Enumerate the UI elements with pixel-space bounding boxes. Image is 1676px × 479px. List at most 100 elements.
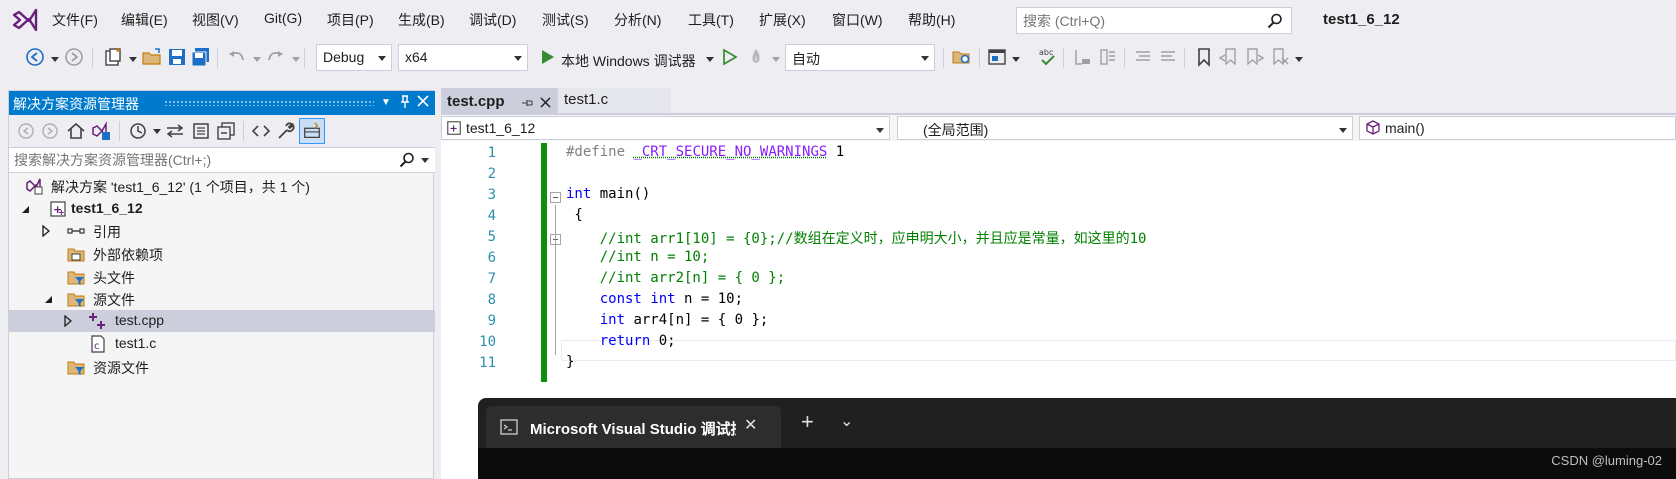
open-file-icon[interactable] xyxy=(141,46,163,68)
next-bookmark-icon[interactable] xyxy=(1243,46,1265,68)
collapsed-arrow-icon[interactable] xyxy=(40,225,52,237)
start-debugging-icon[interactable] xyxy=(536,46,558,68)
save-all-icon[interactable] xyxy=(190,46,212,68)
target-select[interactable]: 自动 xyxy=(785,44,935,71)
find-in-files-icon[interactable] xyxy=(951,46,973,68)
undo-dropdown-icon[interactable] xyxy=(253,57,261,62)
line-number: 3 xyxy=(487,187,496,203)
menu-git[interactable]: Git(G) xyxy=(264,10,302,26)
tree-item-header-files[interactable]: 头文件 xyxy=(9,266,435,288)
tab-test-cpp[interactable]: test.cpp xyxy=(441,88,558,113)
tree-item-test-cpp[interactable]: test.cpp xyxy=(9,310,435,332)
tab-test1-c[interactable]: test1.c xyxy=(558,88,671,113)
save-icon[interactable] xyxy=(166,46,188,68)
outline-icon[interactable] xyxy=(1072,46,1094,68)
window-position-dropdown-icon[interactable]: ▼ xyxy=(378,95,394,111)
search-options-dropdown-icon[interactable] xyxy=(421,158,429,163)
platform-select[interactable]: x64 xyxy=(398,44,528,71)
scope-navigation-select[interactable]: (全局范围) xyxy=(897,116,1353,140)
visual-studio-logo-icon[interactable] xyxy=(12,8,38,32)
solution-configurations-icon[interactable] xyxy=(986,46,1008,68)
chevron-down-icon[interactable]: ⌄ xyxy=(840,411,853,431)
close-icon[interactable] xyxy=(415,95,431,111)
menu-edit[interactable]: 编辑(E) xyxy=(121,10,168,30)
undo-icon[interactable] xyxy=(226,46,248,68)
close-tab-icon[interactable] xyxy=(540,97,551,108)
expanded-arrow-icon[interactable] xyxy=(42,293,54,305)
forward-icon[interactable] xyxy=(39,120,61,142)
redo-dropdown-icon[interactable] xyxy=(292,57,300,62)
tree-item-project[interactable]: + + test1_6_12 xyxy=(9,198,435,220)
collapse-all-icon[interactable] xyxy=(215,120,237,142)
tree-item-test1-c[interactable]: c test1.c xyxy=(9,333,435,355)
home-icon[interactable] xyxy=(65,120,87,142)
back-icon[interactable] xyxy=(15,120,37,142)
comment-lines-icon[interactable] xyxy=(1132,46,1154,68)
search-box[interactable] xyxy=(1016,7,1292,34)
back-dropdown-icon[interactable] xyxy=(51,57,59,62)
bookmark-icon[interactable] xyxy=(1193,46,1215,68)
new-tab-button[interactable]: + xyxy=(801,409,814,435)
filter-dropdown-icon[interactable] xyxy=(153,129,161,134)
tree-item-source-files[interactable]: 源文件 xyxy=(9,288,435,310)
previous-bookmark-icon[interactable] xyxy=(1218,46,1240,68)
solution-search-input[interactable] xyxy=(9,148,389,172)
menu-view[interactable]: 视图(V) xyxy=(192,10,239,30)
titlebar-grip[interactable] xyxy=(164,100,374,106)
start-debugging-button[interactable]: 本地 Windows 调试器 xyxy=(561,51,696,71)
pin-tab-icon[interactable] xyxy=(521,97,533,109)
expanded-arrow-icon[interactable] xyxy=(19,203,31,215)
menu-project[interactable]: 项目(P) xyxy=(327,10,374,30)
line-number: 1 xyxy=(487,145,496,161)
collapsed-arrow-icon[interactable] xyxy=(62,315,74,327)
member-navigation-select[interactable]: main() xyxy=(1359,116,1676,140)
debugger-dropdown-icon[interactable] xyxy=(706,57,714,62)
collapse-region-icon[interactable] xyxy=(550,192,561,203)
new-project-icon[interactable] xyxy=(102,46,124,68)
collapse-icon[interactable] xyxy=(1097,46,1119,68)
tree-item-solution[interactable]: 解决方案 'test1_6_12' (1 个项目，共 1 个) xyxy=(9,175,435,197)
configuration-select[interactable]: Debug xyxy=(316,44,392,71)
terminal-body[interactable] xyxy=(478,448,1676,479)
uncomment-lines-icon[interactable] xyxy=(1157,46,1179,68)
new-dropdown-icon[interactable] xyxy=(129,57,137,62)
document-tab-strip: test.cpp test1.c xyxy=(441,88,1676,113)
pin-icon[interactable] xyxy=(397,95,413,111)
properties-wrench-icon[interactable] xyxy=(275,120,297,142)
toolbar-overflow-icon[interactable] xyxy=(1295,57,1303,62)
tree-item-resource-files[interactable]: 资源文件 xyxy=(9,356,435,378)
close-tab-icon[interactable]: ✕ xyxy=(744,415,757,435)
search-icon xyxy=(1267,13,1282,29)
menu-test[interactable]: 测试(S) xyxy=(542,10,589,30)
refresh-icon[interactable] xyxy=(190,120,212,142)
solution-search-box[interactable] xyxy=(9,147,435,173)
hot-reload-icon[interactable] xyxy=(745,46,767,68)
menu-help[interactable]: 帮助(H) xyxy=(908,10,955,30)
tree-item-references[interactable]: 引用 xyxy=(9,220,435,242)
clear-bookmarks-icon[interactable] xyxy=(1268,46,1290,68)
navigate-forward-icon[interactable] xyxy=(63,46,85,68)
menu-debug[interactable]: 调试(D) xyxy=(469,10,516,30)
navigate-back-icon[interactable] xyxy=(24,46,46,68)
view-code-icon[interactable] xyxy=(250,120,272,142)
terminal-tab[interactable]: Microsoft Visual Studio 调试控制台 ✕ xyxy=(486,406,781,448)
search-input[interactable] xyxy=(1017,8,1257,33)
project-navigation-select[interactable]: + test1_6_12 xyxy=(441,116,890,140)
sync-with-active-document-icon[interactable] xyxy=(164,120,186,142)
menu-build[interactable]: 生成(B) xyxy=(398,10,445,30)
tree-item-external-dependencies[interactable]: 外部依赖项 xyxy=(9,243,435,265)
menu-window[interactable]: 窗口(W) xyxy=(832,10,883,30)
hot-reload-dropdown-icon[interactable] xyxy=(772,57,780,62)
search-icon xyxy=(399,152,414,168)
redo-icon[interactable] xyxy=(264,46,286,68)
switch-views-icon[interactable] xyxy=(90,120,112,142)
menu-extensions[interactable]: 扩展(X) xyxy=(759,10,806,30)
toolbar-dropdown-icon[interactable] xyxy=(1012,57,1020,62)
menu-file[interactable]: 文件(F) xyxy=(52,10,98,30)
menu-tools[interactable]: 工具(T) xyxy=(688,10,734,30)
menu-analyze[interactable]: 分析(N) xyxy=(614,10,661,30)
start-without-debugging-icon[interactable] xyxy=(718,46,740,68)
pending-changes-filter-icon[interactable] xyxy=(127,120,149,142)
preview-selected-items-toggle[interactable] xyxy=(299,118,325,144)
spell-check-icon[interactable]: abc xyxy=(1037,46,1059,68)
